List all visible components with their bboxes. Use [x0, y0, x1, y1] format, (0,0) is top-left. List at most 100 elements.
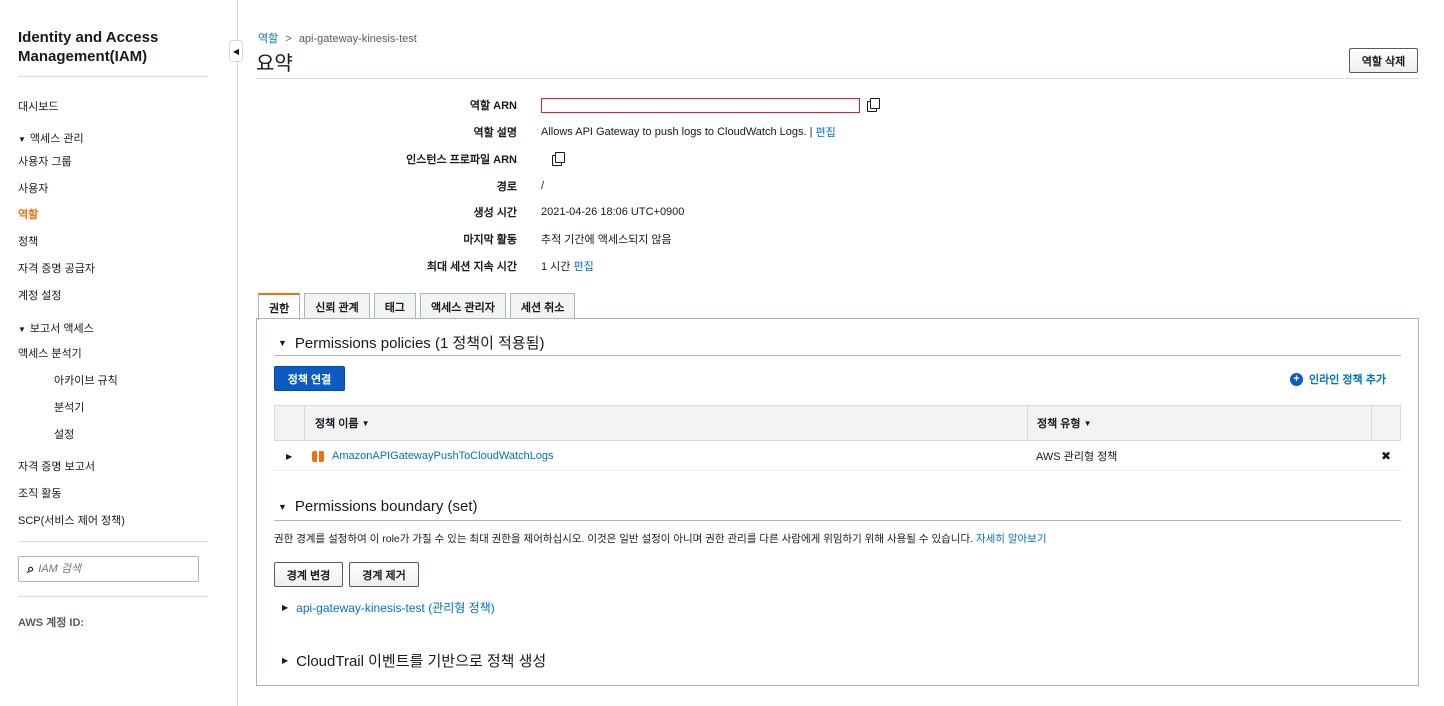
attach-policy-button[interactable]: 정책 연결 [274, 366, 345, 391]
policy-name-cell: AmazonAPIGatewayPushToCloudWatchLogs [312, 441, 554, 471]
copy-icon[interactable] [866, 98, 880, 112]
expand-row-icon[interactable]: ▶ [286, 441, 292, 471]
column-divider [304, 406, 305, 440]
remove-boundary-button[interactable]: 경계 제거 [349, 562, 419, 587]
learn-more-link[interactable]: 자세히 알아보기 [976, 533, 1047, 545]
cloudtrail-policy-header[interactable]: ▶ CloudTrail 이벤트를 기반으로 정책 생성 [282, 650, 546, 671]
divider [18, 541, 208, 542]
managed-policy-icon [312, 450, 324, 462]
caret-down-icon: ▼ [18, 135, 26, 144]
sidebar-item-identity-providers[interactable]: 자격 증명 공급자 [18, 260, 95, 276]
sidebar-item-dashboard[interactable]: 대시보드 [18, 98, 58, 114]
sidebar-item-policies[interactable]: 정책 [18, 233, 38, 249]
tab-permissions[interactable]: 권한 [258, 293, 301, 320]
sidebar-item-access-reports[interactable]: ▼ 보고서 액세스 [18, 320, 94, 336]
sort-down-icon: ▼ [1083, 418, 1092, 428]
edit-max-session-link[interactable]: 편집 [573, 258, 593, 274]
tab-bar: 권한 신뢰 관계 태그 액세스 관리자 세션 취소 [258, 293, 579, 320]
section-title: Permissions policies (1 정책이 적용됨) [294, 335, 545, 352]
divider [18, 76, 208, 77]
breadcrumb-separator: > [285, 33, 292, 45]
table-row: ▶ AmazonAPIGatewayPushToCloudWatchLogs A… [274, 441, 1401, 471]
summary-value: Allows API Gateway to push logs to Cloud… [541, 126, 813, 138]
sort-down-icon: ▼ [361, 418, 370, 428]
summary-row-last-activity: 마지막 활동 추적 기간에 액세스되지 않음 [256, 231, 671, 247]
delete-role-button[interactable]: 역할 삭제 [1349, 48, 1418, 73]
sidebar-item-user-groups[interactable]: 사용자 그룹 [18, 153, 72, 169]
edit-description-link[interactable]: 편집 [816, 124, 836, 140]
add-inline-policy-label: 인라인 정책 추가 [1309, 374, 1386, 386]
tab-access-advisor[interactable]: 액세스 관리자 [420, 293, 506, 319]
column-label: 정책 유형 [1037, 418, 1081, 430]
tab-trust-relationships[interactable]: 신뢰 관계 [304, 293, 370, 319]
column-divider [1027, 406, 1028, 440]
divider [274, 355, 1401, 356]
divider [274, 520, 1401, 521]
breadcrumb-current: api-gateway-kinesis-test [298, 33, 417, 45]
caret-right-icon: ▶ [282, 656, 289, 665]
sidebar-item-roles[interactable]: 역할 [18, 206, 38, 222]
change-boundary-button[interactable]: 경계 변경 [274, 562, 343, 587]
sidebar-item-account-settings[interactable]: 계정 설정 [18, 287, 62, 303]
summary-label: 경로 [496, 181, 517, 193]
summary-row-description: 역할 설명 Allows API Gateway to push logs to… [256, 124, 836, 140]
sidebar-item-access-management[interactable]: ▼ 액세스 관리 [18, 130, 84, 146]
divider [18, 596, 208, 597]
summary-row-created: 생성 시간 2021-04-26 18:06 UTC+0900 [256, 204, 684, 220]
sidebar-item-scp[interactable]: SCP(서비스 제어 정책) [18, 512, 125, 528]
add-inline-policy-link[interactable]: + 인라인 정책 추가 [1290, 371, 1386, 387]
summary-label: 생성 시간 [473, 207, 517, 219]
summary-label: 인스턴스 프로파일 ARN [406, 154, 517, 166]
boundary-description: 권한 경계를 설정하여 이 role가 가질 수 있는 최대 권한을 제어하십시… [274, 531, 1047, 546]
sidebar-item-analyzers[interactable]: 분석기 [54, 399, 84, 415]
summary-label: 마지막 활동 [463, 234, 517, 246]
column-header-policy-type[interactable]: 정책 유형 ▼ [1037, 406, 1092, 440]
sidebar-item-label: 보고서 액세스 [29, 323, 94, 335]
summary-row-path: 경로 / [256, 178, 544, 194]
tab-revoke-sessions[interactable]: 세션 취소 [509, 293, 576, 319]
column-header-policy-name[interactable]: 정책 이름 ▼ [315, 406, 370, 440]
summary-label: 역할 ARN [469, 100, 517, 112]
sidebar-item-users[interactable]: 사용자 [18, 180, 48, 196]
boundary-policy-link[interactable]: ▶ api-gateway-kinesis-test (관리형 정책) [282, 599, 495, 616]
arn-redacted-box [541, 97, 860, 113]
breadcrumb: 역할 > api-gateway-kinesis-test [258, 30, 417, 46]
policy-name-link[interactable]: AmazonAPIGatewayPushToCloudWatchLogs [332, 450, 554, 462]
collapse-sidebar-icon[interactable]: ◀ [229, 40, 243, 62]
search-icon: ⌕ [27, 561, 35, 576]
caret-down-icon: ▼ [18, 325, 26, 334]
sidebar-item-credential-report[interactable]: 자격 증명 보고서 [18, 458, 95, 474]
boundary-description-text: 권한 경계를 설정하여 이 role가 가질 수 있는 최대 권한을 제어하십시… [274, 533, 974, 545]
column-divider [1371, 406, 1372, 440]
caret-right-icon: ▶ [282, 603, 289, 612]
tab-tags[interactable]: 태그 [373, 293, 417, 319]
summary-value: 1 시간 [541, 261, 571, 273]
summary-row-arn: 역할 ARN [256, 97, 880, 113]
policy-type-cell: AWS 관리형 정책 [1036, 451, 1118, 463]
summary-label: 역할 설명 [473, 127, 517, 139]
remove-policy-icon[interactable]: ✖ [1381, 441, 1391, 471]
caret-down-icon: ▼ [278, 501, 287, 512]
divider [256, 78, 1419, 79]
permissions-policies-header[interactable]: ▼ Permissions policies (1 정책이 적용됨) [278, 332, 544, 353]
sidebar-item-settings[interactable]: 설정 [54, 426, 74, 442]
page-title: 요약 [256, 53, 293, 75]
sidebar-search[interactable]: ⌕ [18, 556, 199, 582]
caret-down-icon: ▼ [278, 337, 287, 348]
sidebar-title-line2: Management(IAM) [18, 48, 148, 65]
permissions-boundary-header[interactable]: ▼ Permissions boundary (set) [278, 498, 478, 515]
summary-row-instance-profile: 인스턴스 프로파일 ARN [256, 151, 565, 167]
summary-value: 2021-04-26 18:06 UTC+0900 [541, 206, 685, 218]
sidebar-item-access-analyzer[interactable]: 액세스 분석기 [18, 345, 82, 361]
sidebar-item-organization-activity[interactable]: 조직 활동 [18, 485, 62, 501]
section-title: Permissions boundary (set) [294, 498, 478, 515]
sidebar: Identity and Access Management(IAM) 대시보드… [0, 0, 238, 706]
summary-value: / [541, 180, 545, 192]
breadcrumb-roles-link[interactable]: 역할 [258, 33, 278, 45]
boundary-policy-label: api-gateway-kinesis-test (관리형 정책) [296, 601, 495, 615]
copy-icon[interactable] [551, 152, 565, 166]
sidebar-item-archive-rules[interactable]: 아카이브 규칙 [54, 372, 118, 388]
search-input[interactable] [38, 563, 179, 575]
policies-table-header: 정책 이름 ▼ 정책 유형 ▼ [274, 405, 1401, 441]
column-label: 정책 이름 [315, 418, 359, 430]
